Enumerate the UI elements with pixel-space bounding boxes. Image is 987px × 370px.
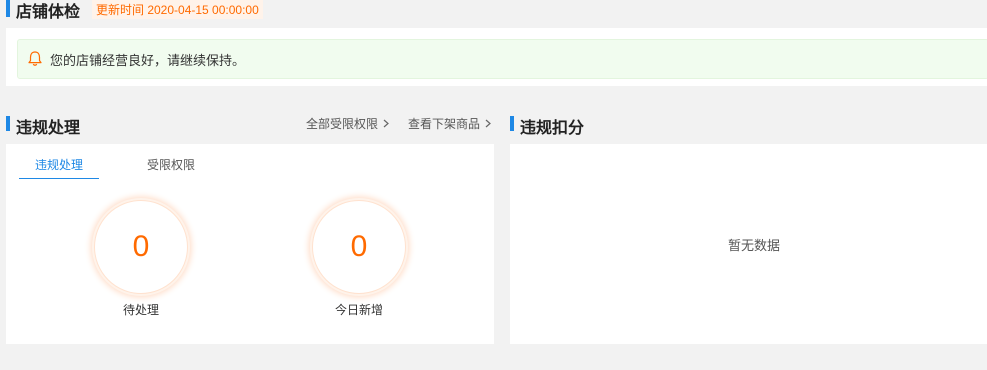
view-delisted-link[interactable]: 查看下架商品	[408, 115, 491, 132]
all-restricted-link-label: 全部受限权限	[306, 117, 379, 131]
stat-today-new-label: 今日新增	[334, 303, 383, 317]
stat-pending-label: 待处理	[122, 303, 159, 317]
health-notice-text: 您的店铺经营良好，请继续保持。	[50, 52, 246, 68]
violations-panel: 违规处理 受限权限 0 待处理 0 今日新增	[6, 144, 494, 344]
violations-title-bar	[6, 116, 10, 131]
bell-icon	[26, 50, 44, 68]
stat-today-new[interactable]: 0	[312, 200, 406, 294]
chevron-right-icon	[383, 117, 389, 131]
all-restricted-link[interactable]: 全部受限权限	[306, 115, 389, 132]
health-title: 店铺体检	[16, 4, 81, 21]
view-delisted-link-label: 查看下架商品	[408, 117, 481, 131]
active-tab-underline	[19, 178, 99, 179]
deductions-title: 违规扣分	[520, 120, 585, 137]
stat-today-new-value: 0	[350, 230, 368, 263]
chevron-right-icon	[485, 117, 491, 131]
health-title-bar	[6, 0, 10, 17]
empty-state-text: 暂无数据	[727, 238, 780, 253]
tab-restricted-label: 受限权限	[146, 158, 195, 172]
stat-pending-ring: 0	[94, 200, 188, 294]
tab-violations[interactable]: 违规处理	[19, 156, 99, 173]
deductions-panel: 暂无数据	[510, 144, 987, 344]
stat-pending[interactable]: 0	[94, 200, 188, 294]
tab-violations-label: 违规处理	[34, 158, 83, 172]
update-time: 更新时间 2020-04-15 00:00:00	[92, 0, 263, 19]
stat-today-new-ring: 0	[312, 200, 406, 294]
health-notice: 您的店铺经营良好，请继续保持。	[17, 39, 987, 79]
deductions-title-bar	[510, 116, 514, 131]
health-panel: 您的店铺经营良好，请继续保持。	[6, 28, 987, 86]
violations-title: 违规处理	[16, 120, 81, 137]
tab-restricted[interactable]: 受限权限	[131, 156, 211, 173]
stat-pending-value: 0	[132, 230, 150, 263]
